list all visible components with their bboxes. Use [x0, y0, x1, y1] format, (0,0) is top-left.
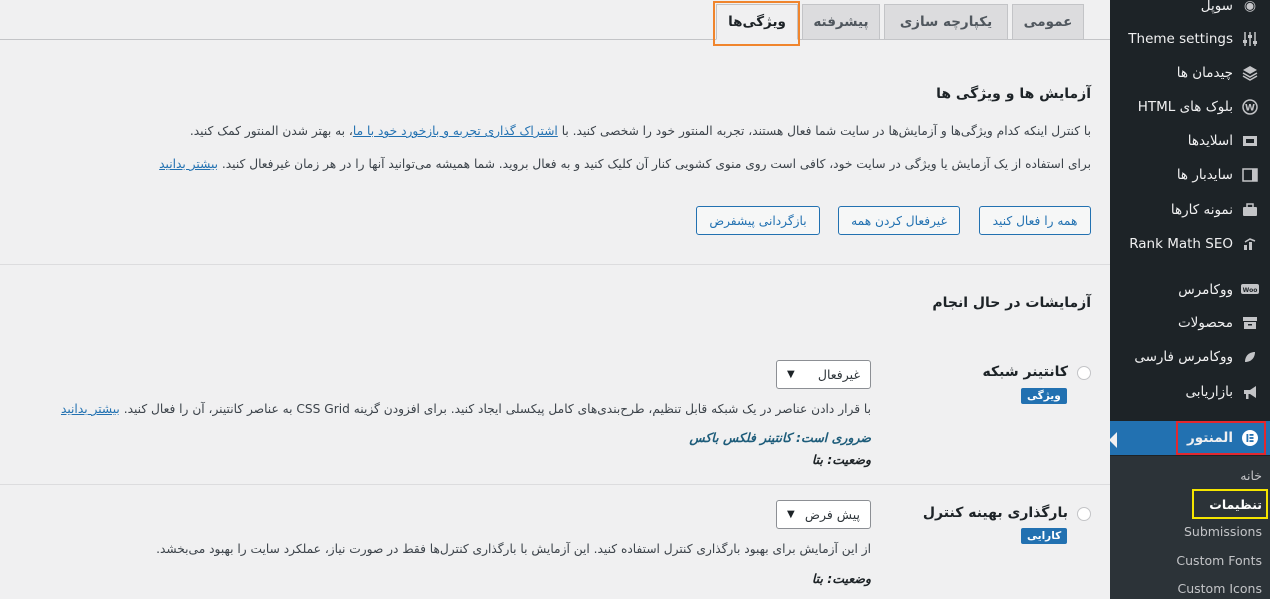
feature-tag: ویژگی — [1021, 388, 1067, 404]
megaphone-icon — [1240, 382, 1260, 402]
activate-all-button[interactable]: همه را فعال کنید — [979, 206, 1091, 235]
woo-persian-icon — [1240, 347, 1260, 367]
sidebar-icon — [1240, 165, 1260, 185]
main-content: عمومی یکپارچه سازی پیشرفته ویژگی‌ها آزما… — [0, 0, 1110, 599]
feature-name: کانتینر شبکه — [982, 364, 1069, 380]
sidebar-item-sidebars[interactable]: سایدبار ها — [1110, 158, 1270, 192]
submenu-home[interactable]: خانه — [1240, 462, 1262, 488]
feature-description: از این آزمایش برای بهبود بارگذاری کنترل … — [156, 542, 871, 556]
sidebar-item-products[interactable]: محصولات — [1110, 306, 1270, 340]
optimized-control-select[interactable]: پیش فرض ▼ — [776, 500, 871, 529]
active-menu-arrow — [1109, 432, 1117, 448]
sidebar-item-slides[interactable]: اسلایدها — [1110, 124, 1270, 158]
feature-radio[interactable] — [1077, 366, 1091, 380]
feature-description: با قرار دادن عناصر در یک شبکه قابل تنظیم… — [60, 402, 871, 416]
sidebar-item-woocommerce[interactable]: Woo ووکامرس — [1110, 273, 1270, 307]
sidebar-item-marketing[interactable]: بازاریابی — [1110, 375, 1270, 409]
submenu-submissions[interactable]: Submissions — [1184, 518, 1262, 544]
chevron-down-icon: ▼ — [787, 509, 795, 520]
svg-text:Woo: Woo — [1243, 287, 1258, 294]
soul-icon: ◉ — [1243, 0, 1257, 14]
sidebar-item-portfolio[interactable]: نمونه کارها — [1110, 193, 1270, 227]
restore-defaults-button[interactable]: بازگردانی پیشفرض — [696, 206, 820, 235]
grid-container-select[interactable]: غیرفعال ▼ — [776, 360, 871, 389]
sidebar-item-theme-settings[interactable]: Theme settings — [1110, 22, 1270, 56]
chevron-down-icon: ▼ — [787, 369, 795, 380]
elementor-highlight-frame — [1176, 421, 1266, 455]
svg-text:W: W — [1245, 104, 1255, 114]
settings-highlight-frame — [1192, 489, 1268, 519]
sidebar-item-layouts[interactable]: چیدمان ها — [1110, 56, 1270, 90]
sidebar-item-soul[interactable]: ◉ سوپل — [1110, 0, 1270, 23]
tab-advanced[interactable]: پیشرفته — [802, 4, 880, 40]
usage-paragraph: برای استفاده از یک آزمایش یا ویژگی در سا… — [159, 157, 1091, 171]
feature-requirement: ضروری است: کانتینر فلکس باکس — [689, 430, 871, 445]
wordpress-icon: W — [1240, 97, 1260, 117]
sidebar-item-rank-math[interactable]: Rank Math SEO — [1110, 227, 1270, 261]
portfolio-icon — [1240, 200, 1260, 220]
feature-radio[interactable] — [1077, 507, 1091, 521]
submenu-custom-fonts[interactable]: Custom Fonts — [1176, 547, 1262, 573]
tab-integrations[interactable]: یکپارچه سازی — [884, 4, 1008, 40]
feature-learn-more-link[interactable]: بیشتر بدانید — [61, 402, 120, 416]
layers-icon — [1240, 63, 1260, 83]
deactivate-all-button[interactable]: غیرفعال کردن همه — [838, 206, 960, 235]
learn-more-link[interactable]: بیشتر بدانید — [159, 157, 218, 171]
rankmath-icon — [1240, 234, 1260, 254]
share-feedback-link[interactable]: اشتراک گذاری تجربه و بازخورد خود با ما — [353, 124, 558, 138]
sidebar-item-html-blocks[interactable]: W بلوک های HTML — [1110, 90, 1270, 124]
ongoing-title: آزمایشات در حال انجام — [932, 295, 1091, 311]
feature-name: بارگذاری بهینه کنترل — [922, 505, 1068, 521]
intro-paragraph: با کنترل اینکه کدام ویژگی‌ها و آزمایش‌ها… — [189, 124, 1091, 138]
slides-icon — [1240, 131, 1260, 151]
section-title: آزمایش ها و ویژگی ها — [936, 86, 1091, 102]
sidebar-item-woo-persian[interactable]: ووکامرس فارسی — [1110, 340, 1270, 374]
feature-status: وضعیت: بتا — [811, 452, 871, 467]
submenu-custom-icons[interactable]: Custom Icons — [1177, 575, 1262, 599]
woo-icon: Woo — [1240, 280, 1260, 300]
sliders-icon — [1240, 29, 1260, 49]
feature-status: وضعیت: بتا — [811, 571, 871, 586]
archive-icon — [1240, 313, 1260, 333]
tab-highlight-frame — [713, 1, 800, 46]
feature-tag: کارایی — [1021, 528, 1068, 544]
tab-general[interactable]: عمومی — [1012, 4, 1084, 40]
section-divider — [0, 264, 1110, 265]
admin-sidebar: ◉ سوپل Theme settings چیدمان ها W بلوک ه… — [1109, 0, 1270, 599]
feature-divider — [0, 484, 1110, 485]
